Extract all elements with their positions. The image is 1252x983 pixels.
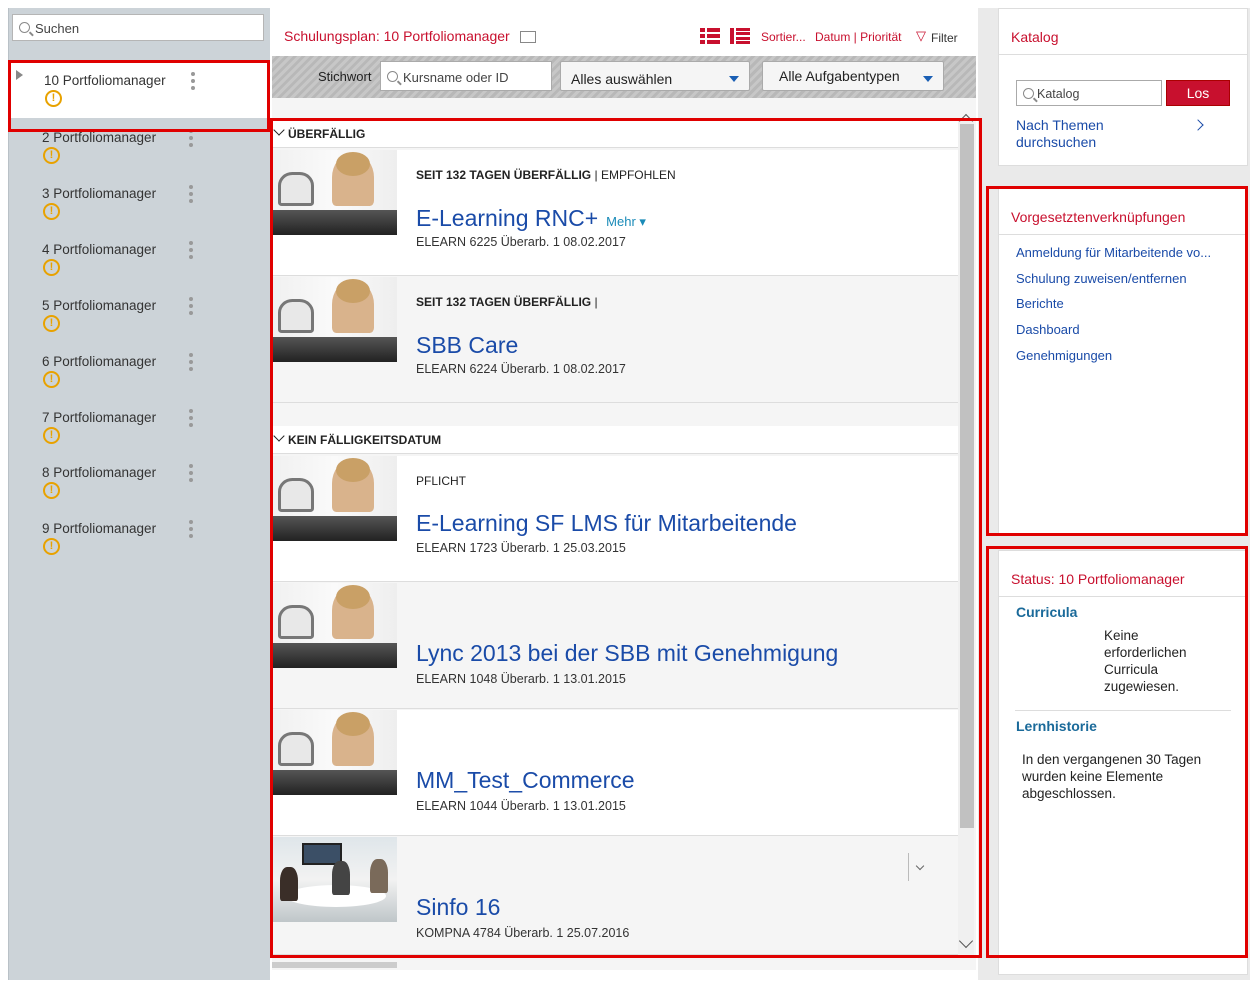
select-all-dropdown[interactable]: Alles auswählen xyxy=(560,61,750,91)
search-icon xyxy=(19,22,30,33)
more-options-icon[interactable] xyxy=(188,185,194,207)
sort-button[interactable]: Sortier... xyxy=(761,30,806,44)
filter-icon[interactable]: ▽ xyxy=(916,28,926,44)
sidebar-item-manager[interactable]: 9 Portfoliomanager ! xyxy=(42,520,272,571)
sidebar-item-manager[interactable]: 2 Portfoliomanager ! xyxy=(42,129,272,180)
more-options-icon[interactable] xyxy=(188,241,194,263)
task-type-dropdown[interactable]: Alle Aufgabentypen xyxy=(762,61,944,91)
more-options-icon[interactable] xyxy=(188,353,194,375)
highlight-course-list xyxy=(270,118,982,958)
keyword-search-input[interactable]: Kursname oder ID xyxy=(380,61,552,91)
next-thumbnail-edge xyxy=(272,962,397,968)
more-options-icon[interactable] xyxy=(188,129,194,151)
warning-icon: ! xyxy=(43,371,60,388)
chevron-down-icon xyxy=(729,76,739,82)
warning-icon: ! xyxy=(43,427,60,444)
browse-topics-link[interactable]: Nach Themen durchsuchen xyxy=(1016,117,1136,151)
list-view-icon[interactable] xyxy=(700,28,720,44)
compact-list-icon[interactable] xyxy=(730,28,750,44)
warning-icon: ! xyxy=(43,203,60,220)
warning-icon: ! xyxy=(43,259,60,276)
highlight-manager-links xyxy=(986,186,1248,536)
search-icon xyxy=(1023,88,1034,99)
catalog-go-button[interactable]: Los xyxy=(1166,80,1230,106)
catalog-title: Katalog xyxy=(1011,29,1059,45)
warning-icon: ! xyxy=(43,538,60,555)
sidebar-item-manager[interactable]: 7 Portfoliomanager ! xyxy=(42,409,272,460)
card-view-icon[interactable] xyxy=(519,31,536,43)
chevron-down-icon xyxy=(923,76,933,82)
more-options-icon[interactable] xyxy=(188,520,194,542)
more-options-icon[interactable] xyxy=(188,409,194,431)
search-icon xyxy=(387,71,398,82)
filter-button[interactable]: Filter xyxy=(931,31,958,45)
highlight-selected-manager xyxy=(8,60,270,132)
more-options-icon[interactable] xyxy=(188,297,194,319)
keyword-label: Stichwort xyxy=(318,69,372,84)
plan-title: Schulungsplan: 10 Portfoliomanager xyxy=(284,28,536,44)
warning-icon: ! xyxy=(43,147,60,164)
sort-options[interactable]: Datum | Priorität xyxy=(815,30,901,44)
sidebar-search-input[interactable]: Suchen xyxy=(12,14,264,41)
sidebar-item-manager[interactable]: 6 Portfoliomanager ! xyxy=(42,353,272,404)
warning-icon: ! xyxy=(43,482,60,499)
sidebar-item-manager[interactable]: 8 Portfoliomanager ! xyxy=(42,464,272,515)
more-options-icon[interactable] xyxy=(188,464,194,486)
sidebar-item-manager[interactable]: 3 Portfoliomanager ! xyxy=(42,185,272,236)
warning-icon: ! xyxy=(43,315,60,332)
sidebar-item-manager[interactable]: 4 Portfoliomanager ! xyxy=(42,241,272,292)
highlight-status xyxy=(986,546,1248,958)
catalog-search-input[interactable]: Katalog xyxy=(1016,80,1162,106)
sidebar-item-manager[interactable]: 5 Portfoliomanager ! xyxy=(42,297,272,348)
